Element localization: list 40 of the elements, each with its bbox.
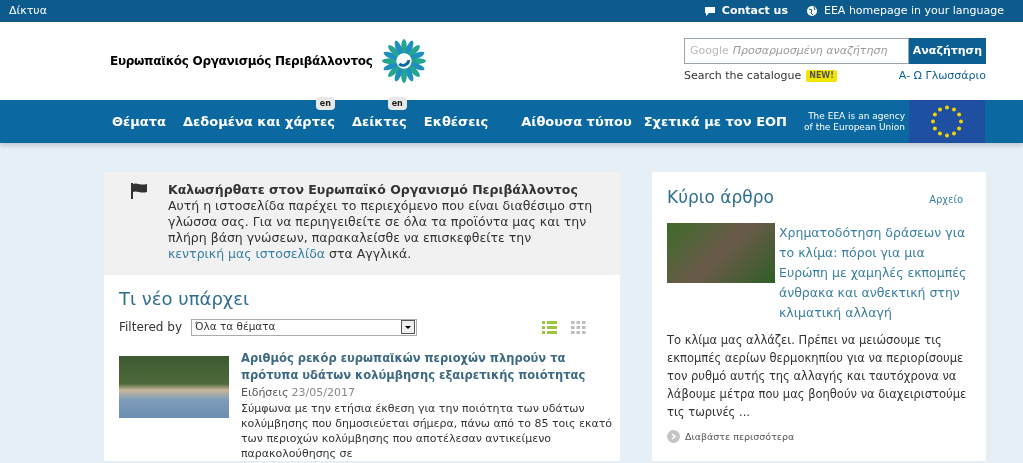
news-summary: Σύμφωνα με την ετήσια έκθεση για την ποιότητα των υδάτων κολύμβησης που δημοσιεύεται σήμερα, πάνω από το 85 τοις εκατό των περιοχών κολύμβησης που αποτέλεσαν αντικείμενο παρακολούθησης σε bbox=[241, 401, 613, 461]
news-title-link[interactable]: Αριθμός ρεκόρ ευρωπαϊκών περιοχών πληρούν τα πρότυπα υδάτων κολύμβησης εξαιρετικής ποιότητας bbox=[241, 350, 613, 384]
eu-agency-text: The EEA is an agency of the European Union bbox=[803, 110, 905, 133]
google-brand-text: Google bbox=[690, 42, 729, 59]
nav-link[interactable]: Σχετικά με τον ΕΟΠ bbox=[643, 111, 787, 131]
section-title: Τι νέο υπάρχει bbox=[119, 287, 251, 311]
archive-link[interactable]: Αρχείο bbox=[929, 192, 963, 207]
top-bar-link[interactable]: EEA homepage in your language bbox=[823, 2, 1004, 20]
nav-link[interactable]: Εκθέσεις bbox=[423, 113, 489, 129]
welcome-title: Καλωσήρθατε στον Ευρωπαϊκό Οργανισμό Περιβάλλοντος bbox=[168, 182, 579, 198]
glossary-link[interactable]: Α- Ω Γλωσσάριο bbox=[898, 67, 986, 85]
globe-icon bbox=[805, 5, 818, 17]
eu-flag-icon bbox=[909, 100, 985, 143]
chat-bubble-icon bbox=[703, 5, 716, 17]
nav-link[interactable]: Θέματα bbox=[112, 113, 166, 129]
flag-icon bbox=[130, 182, 148, 200]
new-badge: NEW! bbox=[806, 70, 837, 82]
read-more-link[interactable]: Διαβάστε περισσότερα bbox=[685, 429, 795, 444]
top-bar-link[interactable]: Contact us bbox=[721, 2, 788, 20]
news-date: 23/05/2017 bbox=[291, 386, 355, 399]
main-site-link[interactable]: κεντρική μας ιστοσελίδα bbox=[168, 246, 326, 261]
flower-logo-icon bbox=[380, 38, 427, 84]
featured-article-link[interactable]: Χρηματοδότηση δράσεων για το κλίμα: πόροι για μια Ευρώπη με χαμηλές εκπομπές άνθρακα και ανθεκτική στην κλιματική αλλαγή bbox=[779, 222, 971, 323]
nav-link[interactable]: Δεδομένα και χάρτες bbox=[183, 113, 335, 129]
search-button[interactable]: Αναζήτηση bbox=[908, 37, 986, 64]
nav-link[interactable]: Αίθουσα τύπου bbox=[521, 111, 632, 131]
filter-dropdown[interactable]: Όλα τα θέματα bbox=[191, 318, 417, 336]
nav-link[interactable]: Δείκτες bbox=[351, 113, 407, 129]
list-view-icon[interactable] bbox=[542, 320, 557, 334]
search-placeholder: Προσαρμοσμένη αναζήτηση bbox=[732, 42, 888, 59]
section-title: Κύριο άρθρο bbox=[667, 186, 775, 209]
logo-text: Ευρωπαϊκός Οργανισμός Περιβάλλοντος bbox=[110, 53, 373, 70]
catalogue-link[interactable]: Search the catalogue bbox=[684, 67, 802, 85]
filter-label: Filtered by bbox=[119, 319, 182, 336]
grid-view-icon[interactable] bbox=[571, 320, 586, 334]
chevron-circle-icon bbox=[667, 430, 680, 444]
welcome-text: Αυτή η ιστοσελίδα παρέχει το περιεχόμενο που είναι διαθέσιμο στη γλώσσα σας. Για να περιηγειθείτε σε όλα τα προϊόντα μας και την πλήρη βάση γνώσεων, παρακαλείσθε να επισκεφθείτε την κεντρική μας ιστοσελίδα στα Αγγλικά. bbox=[168, 198, 594, 262]
featured-summary: Το κλίμα μας αλλάζει. Πρέπει να μειώσουμε τις εκπομπές αερίων θερμοκηπίου για να περιορίσουμε τον ρυθμό αυτής της αλλαγής και ταυτόχρονα να λάβουμε μέτρα που μας βοηθούν να διαχειριστούμε τις τωρινές ... bbox=[667, 331, 968, 421]
news-category: Ειδήσεις bbox=[241, 386, 289, 399]
networks-link[interactable]: Δίκτυα bbox=[9, 2, 47, 20]
